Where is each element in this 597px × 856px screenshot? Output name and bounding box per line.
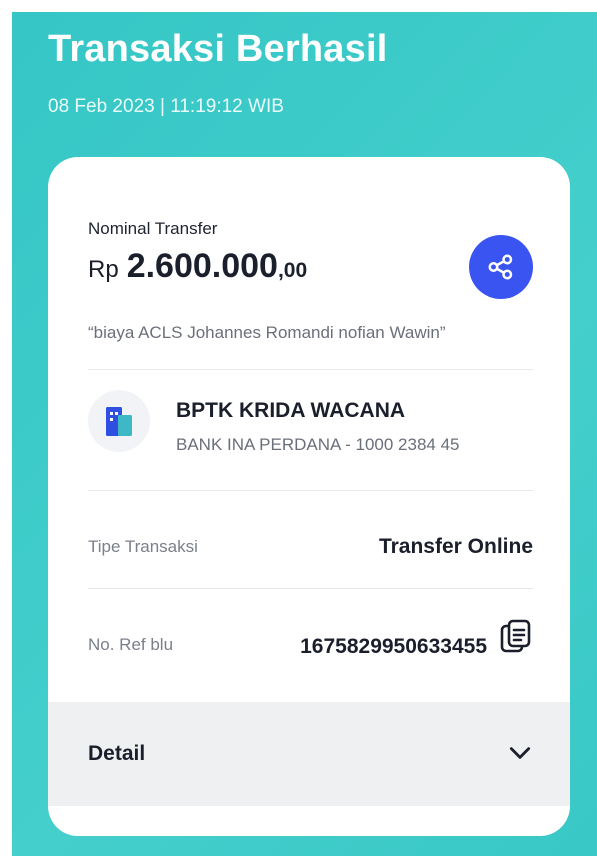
reference-number-value: 1675829950633455 xyxy=(300,635,487,658)
transfer-note: “biaya ACLS Johannes Romandi nofian Wawi… xyxy=(88,323,446,342)
page-title: Transaksi Berhasil xyxy=(48,28,388,70)
transaction-success-screen: Transaksi Berhasil 08 Feb 2023 | 11:19:1… xyxy=(12,12,597,856)
recipient-name: BPTK KRIDA WACANA xyxy=(176,399,406,422)
nominal-label: Nominal Transfer xyxy=(88,219,218,238)
transfer-amount: Rp 2.600.000 ,00 xyxy=(88,247,307,286)
transaction-datetime: 08 Feb 2023 | 11:19:12 WIB xyxy=(48,96,284,117)
amount-value: 2.600.000 xyxy=(126,247,278,285)
amount-decimals: ,00 xyxy=(277,259,308,282)
bank-logo xyxy=(88,390,150,452)
copy-icon[interactable] xyxy=(499,619,533,655)
detail-label: Detail xyxy=(88,742,146,765)
share-button[interactable] xyxy=(469,235,533,299)
transaction-type-label: Tipe Transaksi xyxy=(88,537,198,556)
chevron-down-icon xyxy=(509,747,531,759)
divider xyxy=(88,588,533,589)
receipt-card: Nominal Transfer Rp 2.600.000 ,00 “biaya… xyxy=(48,157,570,836)
divider xyxy=(88,490,533,491)
detail-expander[interactable]: Detail xyxy=(48,702,570,806)
building-icon xyxy=(106,407,132,436)
recipient-bank-account: BANK INA PERDANA - 1000 2384 45 xyxy=(176,435,460,454)
divider xyxy=(88,369,533,370)
reference-number-label: No. Ref blu xyxy=(88,635,174,654)
currency-label: Rp xyxy=(88,256,119,283)
share-icon xyxy=(488,254,513,280)
transaction-type-value: Transfer Online xyxy=(378,535,533,558)
